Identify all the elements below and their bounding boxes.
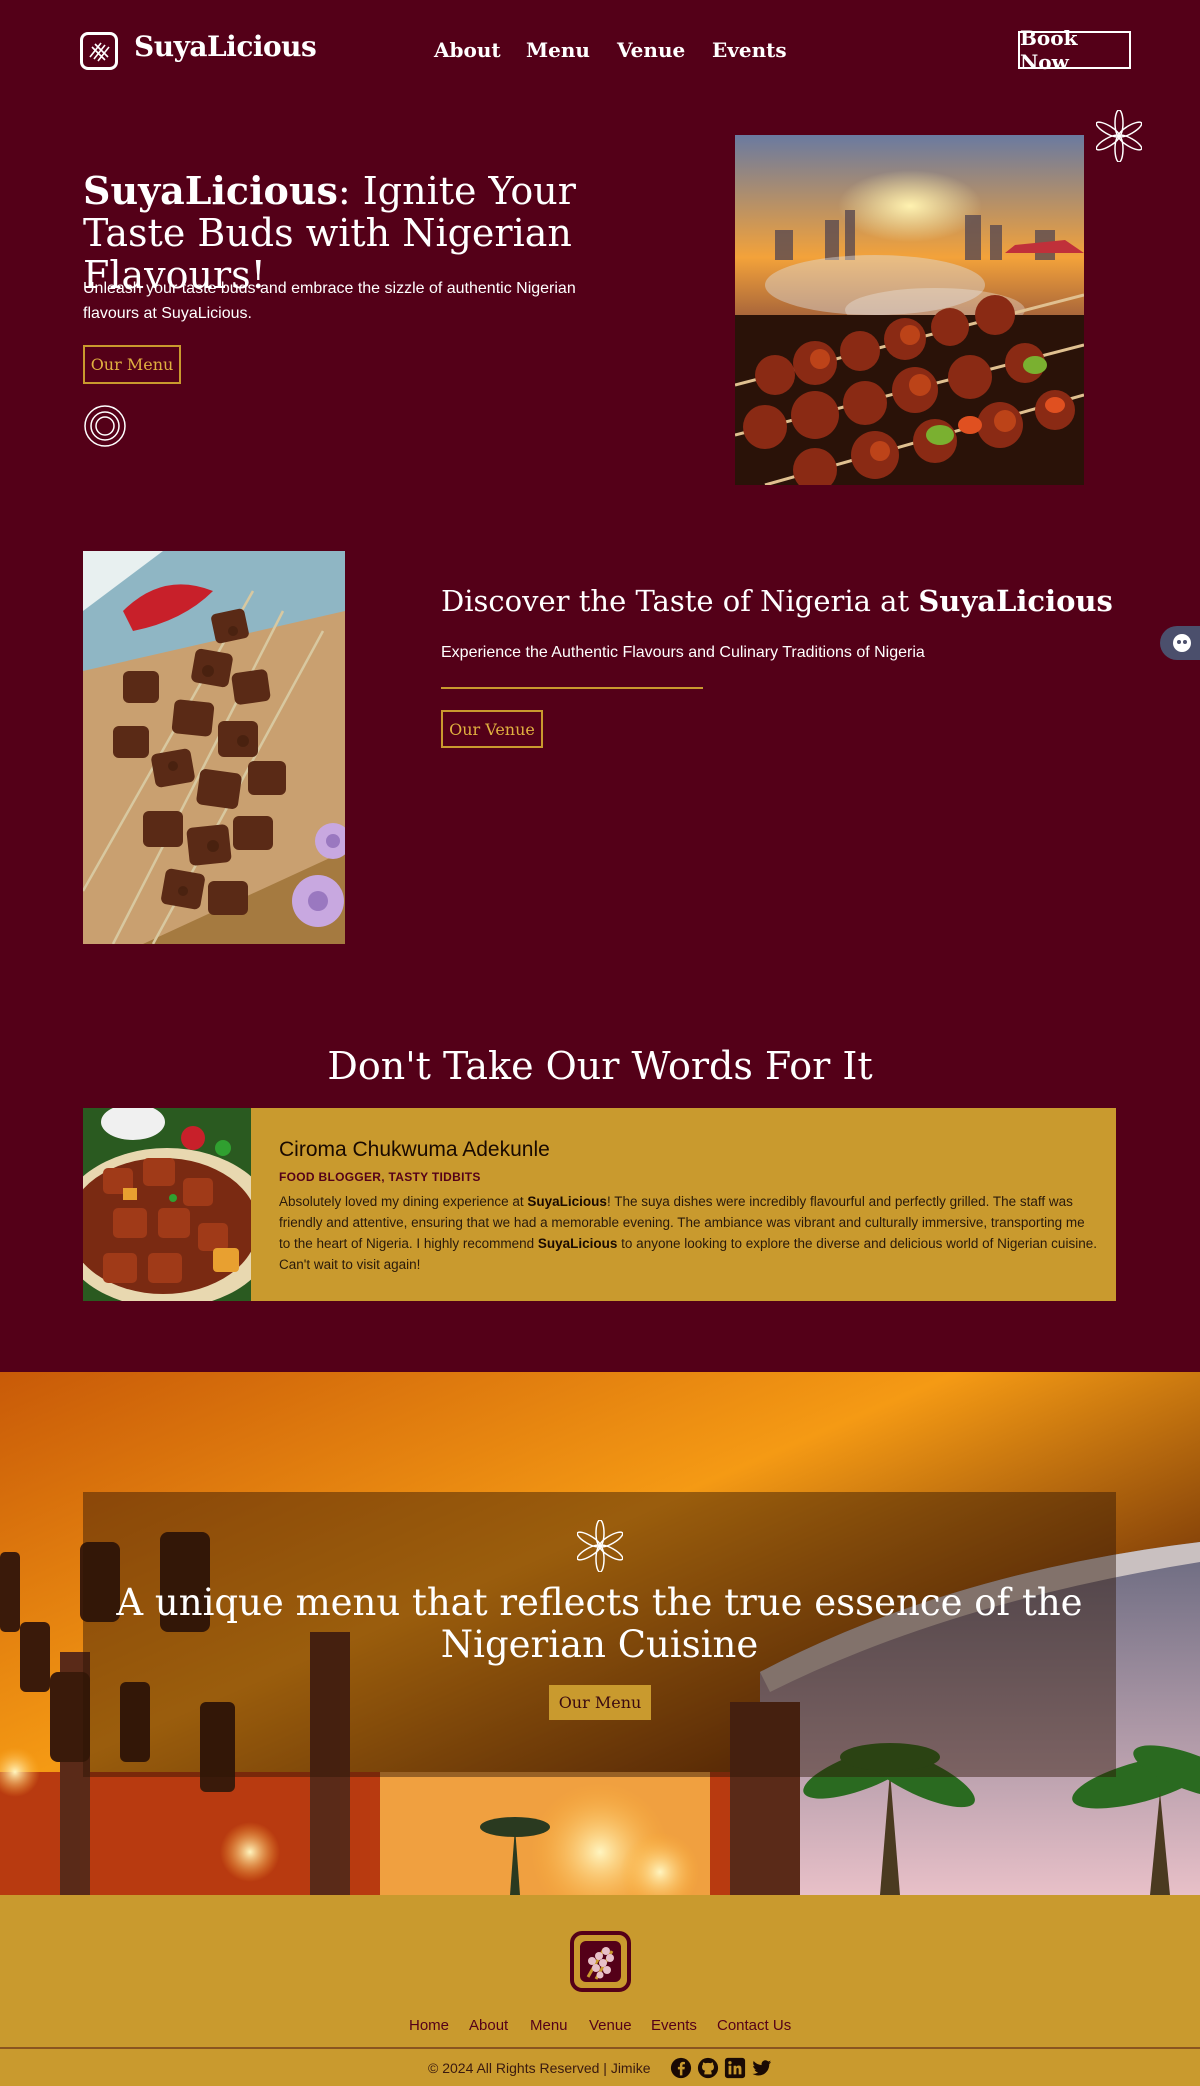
testimonial-role: FOOD BLOGGER, TASTY TIDBITS bbox=[279, 1170, 481, 1184]
github-icon[interactable] bbox=[697, 2057, 719, 2079]
hero-description: Unleash your taste buds and embrace the … bbox=[83, 280, 576, 322]
testimonial-text: Absolutely loved my dining experience at… bbox=[279, 1191, 1099, 1275]
discover-title-brand: SuyaLicious bbox=[918, 584, 1113, 618]
testimonial-food-image bbox=[83, 1108, 251, 1301]
nav-venue[interactable]: Venue bbox=[617, 38, 685, 62]
chat-widget-button[interactable] bbox=[1160, 626, 1200, 660]
footer-link-venue[interactable]: Venue bbox=[589, 2017, 632, 2034]
testimonial-brand: SuyaLicious bbox=[537, 1236, 618, 1251]
discover-title-prefix: Discover the Taste of Nigeria at bbox=[441, 584, 919, 618]
hero-title-brand: SuyaLicious bbox=[83, 168, 338, 213]
banner-our-menu-button[interactable]: Our Menu bbox=[549, 1685, 651, 1720]
logo-icon[interactable] bbox=[80, 32, 118, 70]
star-anise-icon bbox=[1096, 110, 1142, 162]
discover-subtitle: Experience the Authentic Flavours and Cu… bbox=[441, 644, 925, 661]
testimonial-card: Ciroma Chukwuma Adekunle FOOD BLOGGER, T… bbox=[83, 1108, 1116, 1301]
star-anise-icon bbox=[577, 1520, 623, 1572]
nav-events[interactable]: Events bbox=[712, 38, 787, 62]
footer-link-home[interactable]: Home bbox=[409, 2017, 449, 2034]
discover-divider bbox=[441, 687, 703, 689]
our-venue-button[interactable]: Our Venue bbox=[441, 710, 543, 748]
twitter-icon[interactable] bbox=[751, 2057, 773, 2079]
nav-menu[interactable]: Menu bbox=[526, 38, 590, 62]
copyright-text: © 2024 All Rights Reserved | Jimike bbox=[428, 2060, 651, 2076]
discover-title: Discover the Taste of Nigeria at SuyaLic… bbox=[441, 584, 1113, 618]
testimonial-text-part: Absolutely loved my dining experience at bbox=[279, 1194, 528, 1209]
discover-suya-skewers-image bbox=[83, 551, 345, 944]
nav-about[interactable]: About bbox=[434, 38, 501, 62]
facebook-icon[interactable] bbox=[670, 2057, 692, 2079]
linkedin-icon[interactable] bbox=[724, 2057, 746, 2079]
footer-link-contact[interactable]: Contact Us bbox=[717, 2017, 791, 2034]
testimonials-title: Don't Take Our Words For It bbox=[327, 1044, 873, 1088]
footer-divider bbox=[0, 2047, 1200, 2049]
hero-suya-grill-image bbox=[735, 135, 1084, 485]
logo-text[interactable]: SuyaLicious bbox=[134, 30, 317, 63]
circle-ornament-icon bbox=[84, 405, 126, 447]
testimonial-brand: SuyaLicious bbox=[527, 1194, 607, 1209]
site-header: SuyaLicious About Menu Venue Events Book… bbox=[0, 0, 1200, 104]
banner-title: A unique menu that reflects the true ess… bbox=[116, 1581, 1083, 1666]
testimonial-name: Ciroma Chukwuma Adekunle bbox=[279, 1138, 550, 1161]
footer-link-menu[interactable]: Menu bbox=[530, 2017, 568, 2034]
footer-link-about[interactable]: About bbox=[469, 2017, 508, 2034]
footer-link-events[interactable]: Events bbox=[651, 2017, 697, 2034]
chat-bot-icon bbox=[1173, 634, 1191, 652]
site-footer: Home About Menu Venue Events Contact Us … bbox=[0, 1895, 1200, 2086]
hero-our-menu-button[interactable]: Our Menu bbox=[83, 345, 181, 384]
book-now-button[interactable]: Book Now bbox=[1018, 26, 1131, 74]
footer-logo-icon[interactable] bbox=[570, 1931, 631, 1992]
menu-banner: A unique menu that reflects the true ess… bbox=[0, 1372, 1200, 1895]
